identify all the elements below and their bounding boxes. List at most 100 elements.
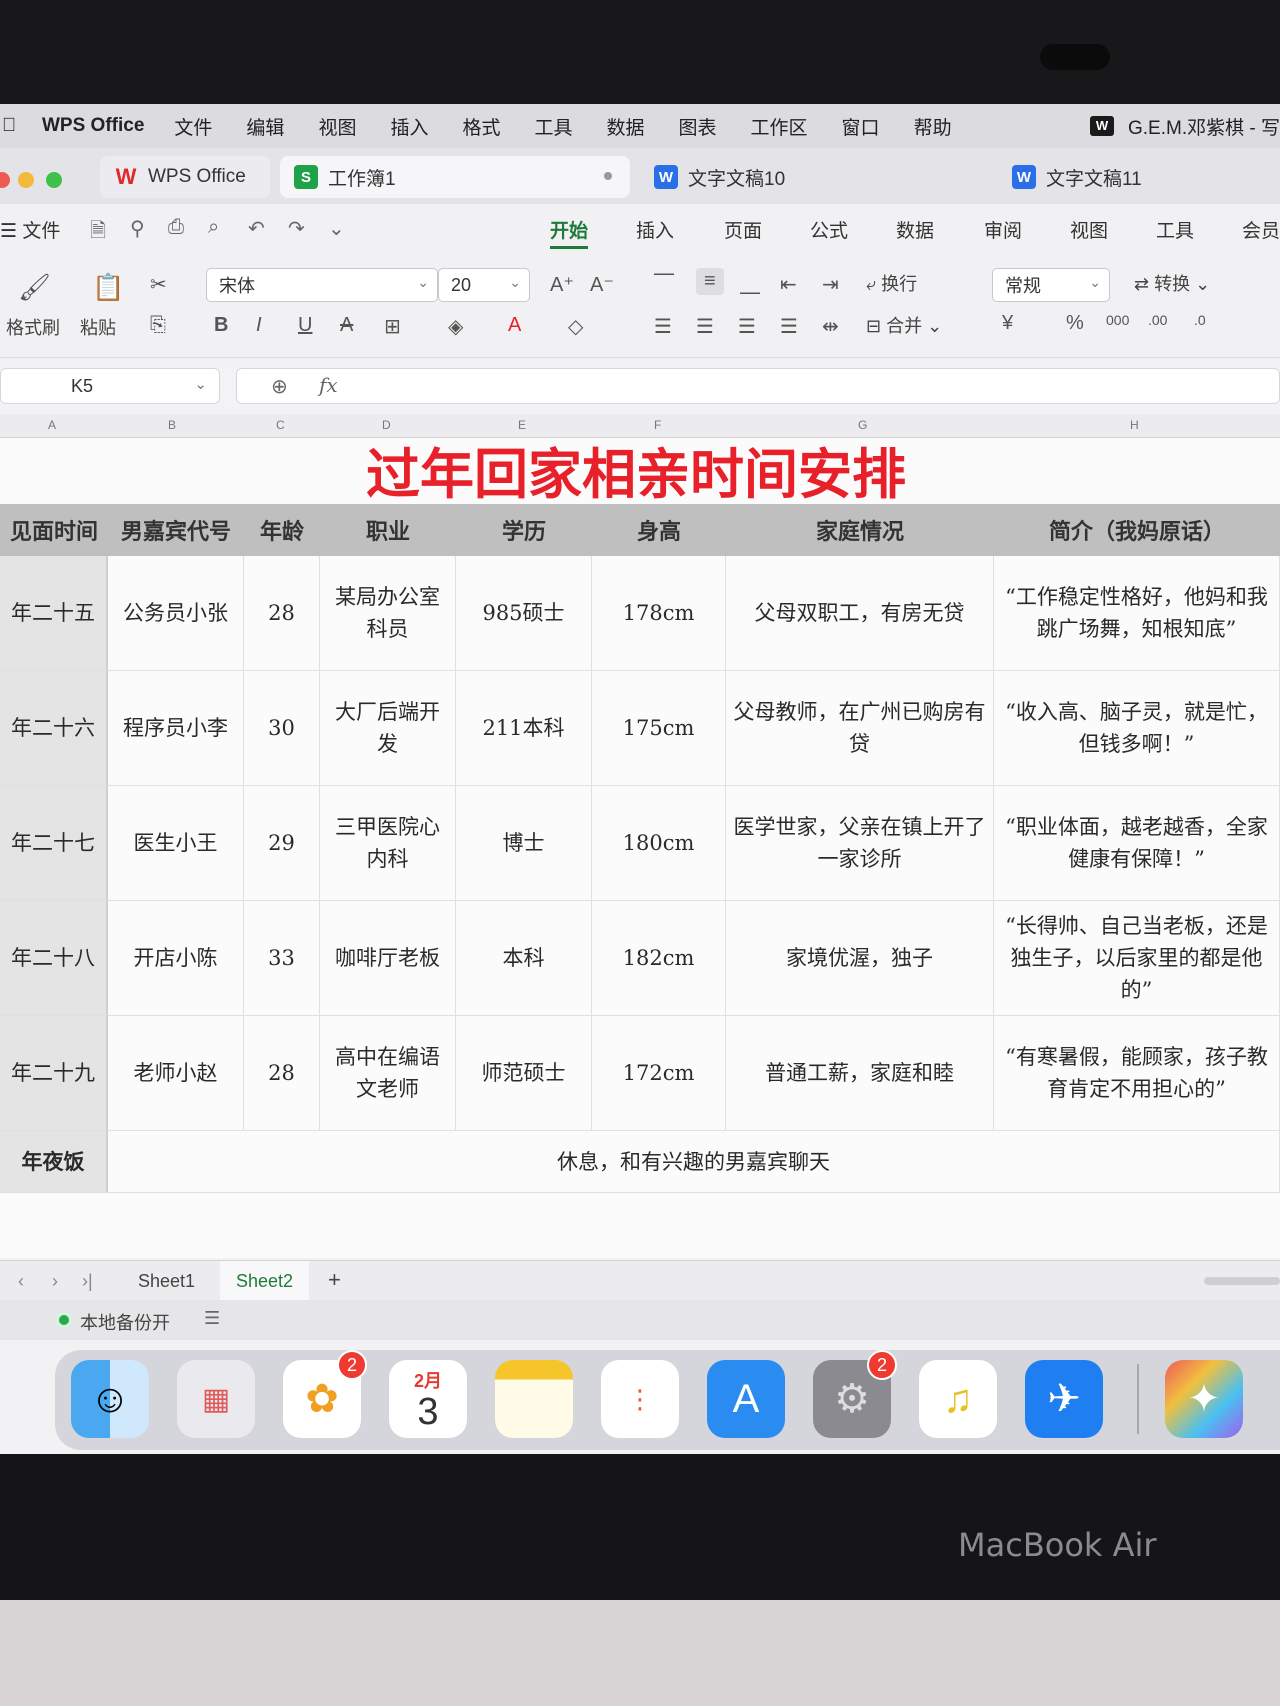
zoom-icon[interactable]: ⊕ bbox=[271, 374, 288, 399]
table-cell[interactable]: 29 bbox=[244, 786, 320, 901]
notes-icon[interactable] bbox=[495, 1360, 573, 1438]
table-cell[interactable]: 某局办公室科员 bbox=[320, 556, 456, 671]
table-cell[interactable]: 年夜饭 bbox=[0, 1131, 108, 1193]
table-cell[interactable]: “收入高、脑子灵，就是忙，但钱多啊！” bbox=[994, 671, 1280, 786]
menu-item-workspace[interactable]: 工作区 bbox=[751, 113, 808, 140]
table-cell[interactable]: 公务员小张 bbox=[108, 556, 244, 671]
tab-review[interactable]: 审阅 bbox=[984, 216, 1022, 243]
column-header[interactable]: A bbox=[48, 418, 56, 432]
align-center-icon[interactable]: ☰ bbox=[696, 314, 714, 339]
table-cell[interactable]: 父母双职工，有房无贷 bbox=[726, 556, 994, 671]
wps-status-icon[interactable]: W bbox=[1089, 116, 1114, 136]
border-icon[interactable]: ⊞ bbox=[384, 314, 401, 339]
photos-icon[interactable]: ✿ 2 bbox=[283, 1350, 367, 1438]
header-cell[interactable]: 职业 bbox=[320, 504, 456, 556]
formula-input[interactable]: ⊕ fx bbox=[236, 368, 1280, 404]
utility-icon[interactable]: ✦ bbox=[1165, 1360, 1243, 1438]
decrease-font-icon[interactable]: A⁻ bbox=[590, 272, 614, 297]
table-cell[interactable]: “有寒暑假，能顾家，孩子教育肯定不用担心的” bbox=[994, 1016, 1280, 1131]
apple-icon[interactable]:  bbox=[2, 115, 22, 137]
column-header[interactable]: E bbox=[518, 418, 526, 432]
table-cell[interactable]: 年二十五 bbox=[0, 556, 108, 671]
italic-icon[interactable]: I bbox=[256, 314, 262, 337]
justify-icon[interactable]: ☰ bbox=[780, 314, 798, 339]
number-format-select[interactable]: 常规 ⌄ bbox=[992, 268, 1110, 302]
increase-decimal-icon[interactable]: .00 bbox=[1148, 312, 1167, 328]
table-cell[interactable]: 178cm bbox=[592, 556, 726, 671]
fx-icon[interactable]: fx bbox=[319, 373, 338, 397]
tab-tools[interactable]: 工具 bbox=[1156, 216, 1194, 243]
name-box[interactable]: K5 ⌄ bbox=[0, 368, 220, 404]
table-cell[interactable]: 182cm bbox=[592, 901, 726, 1016]
menu-item-file[interactable]: 文件 bbox=[174, 113, 212, 140]
table-cell[interactable]: 28 bbox=[244, 1016, 320, 1131]
feishu-icon[interactable]: ✈ bbox=[1025, 1360, 1103, 1438]
align-left-icon[interactable]: ☰ bbox=[654, 314, 672, 339]
percent-icon[interactable]: % bbox=[1066, 312, 1084, 335]
tab-member[interactable]: 会员 bbox=[1242, 216, 1280, 243]
header-cell[interactable]: 年龄 bbox=[244, 504, 320, 556]
decrease-indent-icon[interactable]: ⇤ bbox=[780, 272, 797, 297]
tab-page[interactable]: 页面 bbox=[724, 216, 762, 243]
table-cell[interactable]: 咖啡厅老板 bbox=[320, 901, 456, 1016]
table-cell[interactable]: 师范硕士 bbox=[456, 1016, 592, 1131]
table-cell[interactable]: 211本科 bbox=[456, 671, 592, 786]
column-header[interactable]: F bbox=[654, 418, 661, 432]
menu-item-insert[interactable]: 插入 bbox=[390, 113, 428, 140]
app-menu[interactable]: WPS Office bbox=[42, 115, 144, 137]
zoom-window-button[interactable] bbox=[46, 172, 62, 188]
undo-icon[interactable]: ↶ bbox=[248, 216, 265, 241]
column-header[interactable]: D bbox=[382, 418, 391, 432]
menu-item-edit[interactable]: 编辑 bbox=[246, 113, 284, 140]
save-icon[interactable]: 🗎 bbox=[90, 216, 106, 250]
backup-status[interactable]: 本地备份开 bbox=[80, 1309, 170, 1335]
thousands-icon[interactable]: 000 bbox=[1106, 312, 1129, 328]
app-store-icon[interactable]: A bbox=[707, 1360, 785, 1438]
calendar-icon[interactable]: 2月 3 bbox=[389, 1360, 467, 1438]
system-settings-icon[interactable]: ⚙ 2 bbox=[813, 1350, 897, 1438]
column-header[interactable]: H bbox=[1130, 418, 1139, 432]
print-preview-icon[interactable]: ⌕ bbox=[208, 216, 219, 239]
table-cell[interactable]: 180cm bbox=[592, 786, 726, 901]
bold-icon[interactable]: B bbox=[214, 314, 228, 337]
menu-item-window[interactable]: 窗口 bbox=[842, 113, 880, 140]
tab-doc10[interactable]: W 文字文稿10 bbox=[646, 156, 986, 198]
table-cell[interactable]: 医学世家，父亲在镇上开了一家诊所 bbox=[726, 786, 994, 901]
align-right-icon[interactable]: ☰ bbox=[738, 314, 756, 339]
menu-item-help[interactable]: 帮助 bbox=[914, 113, 952, 140]
tab-insert[interactable]: 插入 bbox=[636, 216, 674, 243]
align-middle-icon[interactable]: ≡ bbox=[696, 268, 724, 295]
prev-sheet-icon[interactable]: ‹ bbox=[18, 1271, 24, 1292]
fill-color-icon[interactable]: ◈ bbox=[448, 314, 463, 339]
qq-music-icon[interactable]: ♫ bbox=[919, 1360, 997, 1438]
paste-button[interactable]: 粘贴 bbox=[80, 314, 116, 340]
table-cell[interactable]: 28 bbox=[244, 556, 320, 671]
convert-button[interactable]: ⇄ 转换 ⌄ bbox=[1134, 270, 1210, 296]
finder-icon[interactable]: ☺ bbox=[71, 1360, 149, 1438]
tab-formula[interactable]: 公式 bbox=[810, 216, 848, 243]
launchpad-icon[interactable]: ▦ bbox=[177, 1360, 255, 1438]
table-cell[interactable]: 家境优渥，独子 bbox=[726, 901, 994, 1016]
table-cell[interactable]: 大厂后端开发 bbox=[320, 671, 456, 786]
now-playing[interactable]: G.E.M.邓紫棋 - 写 bbox=[1128, 113, 1280, 140]
table-cell[interactable]: 年二十六 bbox=[0, 671, 108, 786]
sheet-tab-sheet1[interactable]: Sheet1 bbox=[122, 1261, 211, 1301]
table-cell[interactable]: 30 bbox=[244, 671, 320, 786]
table-cell[interactable]: 高中在编语文老师 bbox=[320, 1016, 456, 1131]
table-cell[interactable]: 本科 bbox=[456, 901, 592, 1016]
file-menu-button[interactable]: ☰ 文件 bbox=[0, 216, 60, 243]
menu-item-chart[interactable]: 图表 bbox=[679, 113, 717, 140]
cut-icon[interactable]: ✂ bbox=[150, 272, 167, 297]
menu-item-format[interactable]: 格式 bbox=[462, 113, 500, 140]
header-cell[interactable]: 家庭情况 bbox=[726, 504, 994, 556]
merge-cells-button[interactable]: ⊟ 合并 ⌄ bbox=[866, 312, 942, 338]
table-cell[interactable]: 33 bbox=[244, 901, 320, 1016]
menu-item-data[interactable]: 数据 bbox=[607, 113, 645, 140]
align-bottom-icon[interactable]: ⎽ bbox=[740, 272, 760, 295]
sheet-title[interactable]: 过年回家相亲时间安排 bbox=[0, 438, 1280, 506]
table-cell[interactable]: 三甲医院心内科 bbox=[320, 786, 456, 901]
outline-icon[interactable]: ☰ bbox=[204, 1308, 220, 1329]
last-sheet-icon[interactable]: ›| bbox=[82, 1271, 93, 1292]
table-cell[interactable]: “长得帅、自己当老板，还是独生子，以后家里的都是他的” bbox=[994, 901, 1280, 1016]
header-cell[interactable]: 身高 bbox=[592, 504, 726, 556]
